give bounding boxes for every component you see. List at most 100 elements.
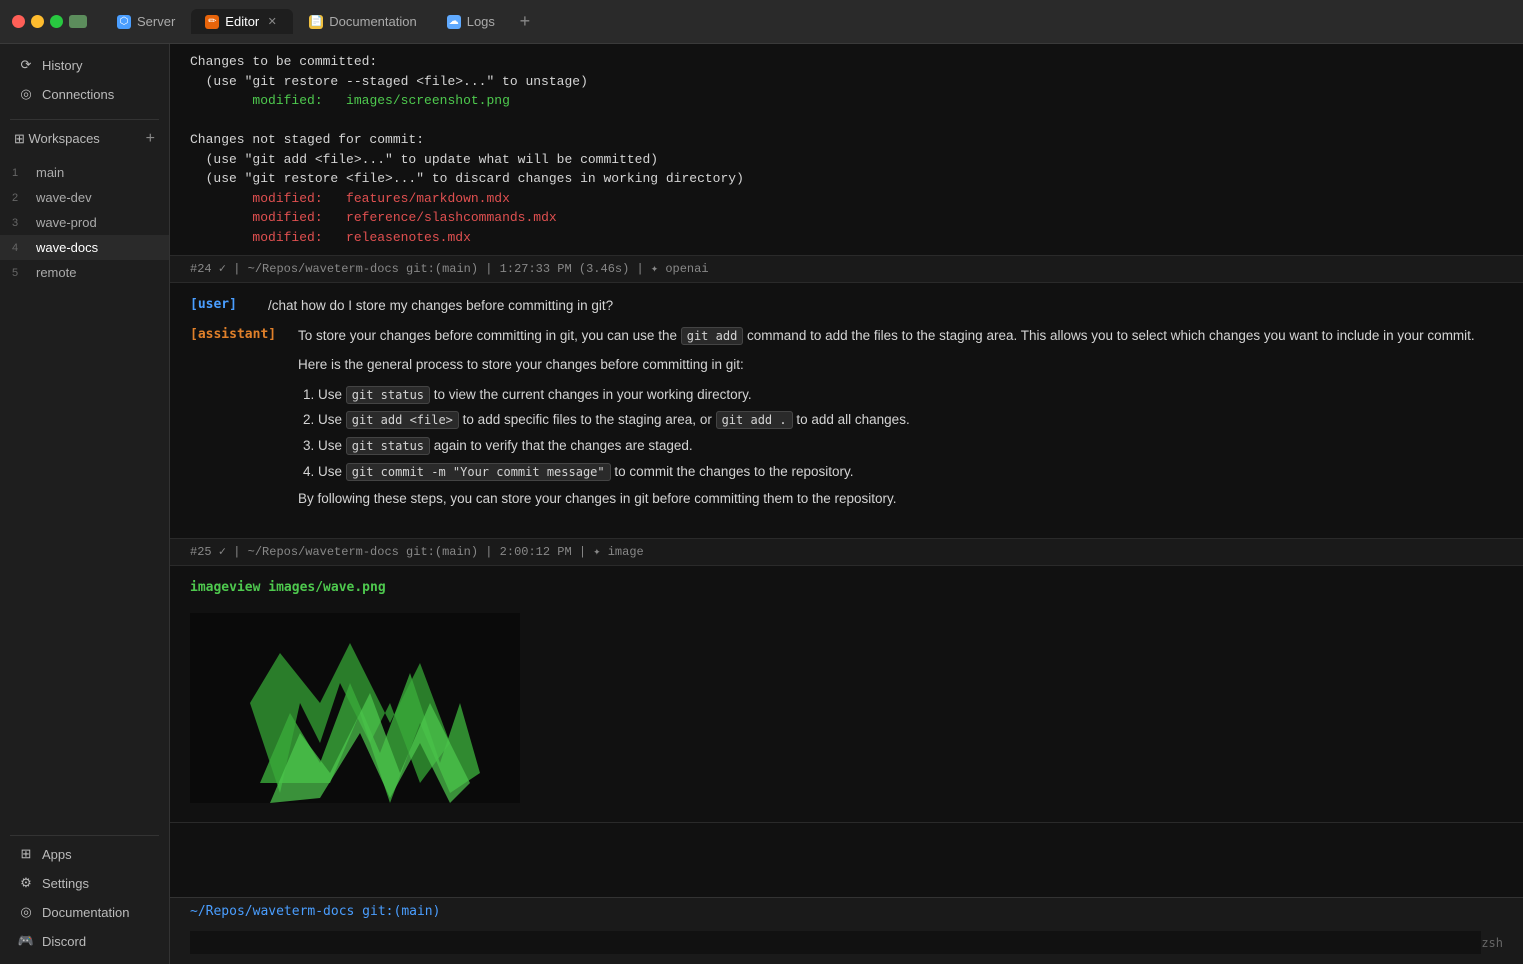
sidebar-apps-label: Apps — [42, 847, 72, 862]
docs-tab-icon: 📄 — [309, 15, 323, 29]
terminal-status-line-2: #24 ✓ | ~/Repos/waveterm-docs git:(main)… — [170, 256, 1523, 283]
code-git-add-dot: git add . — [716, 411, 793, 429]
sidebar-bottom: ⊞ Apps ⚙ Settings ◎ Documentation 🎮 Disc… — [0, 831, 169, 964]
wave-logo-image — [190, 613, 520, 803]
sidebar-divider-2 — [10, 835, 159, 836]
chat-user-content: /chat how do I store my changes before c… — [268, 295, 1503, 317]
git-status-line-2: (use "git restore --staged <file>..." to… — [190, 72, 1503, 92]
add-tab-button[interactable]: + — [511, 8, 539, 36]
tab-editor-label: Editor — [225, 14, 259, 29]
workspace-remote-label: remote — [36, 265, 76, 280]
sidebar: ⟳ History ◎ Connections ⊞ Workspaces + 1… — [0, 44, 170, 964]
imageview-cmd: imageview images/wave.png — [190, 578, 1503, 598]
tab-editor[interactable]: ✏ Editor ✕ — [191, 9, 293, 34]
chat-user-line: [user] /chat how do I store my changes b… — [190, 295, 1503, 317]
tab-server-label: Server — [137, 14, 175, 29]
sidebar-item-documentation[interactable]: ◎ Documentation — [4, 898, 165, 926]
workspace-item-remote[interactable]: 5 remote — [0, 260, 169, 285]
sidebar-settings-label: Settings — [42, 876, 89, 891]
discord-icon: 🎮 — [18, 933, 34, 949]
sidebar-item-apps[interactable]: ⊞ Apps — [4, 840, 165, 868]
tab-logs[interactable]: ☁ Logs — [433, 9, 509, 34]
sidebar-item-connections[interactable]: ◎ Connections — [4, 80, 165, 108]
apps-icon: ⊞ — [18, 846, 34, 862]
sidebar-connections-label: Connections — [42, 87, 114, 102]
main-layout: ⟳ History ◎ Connections ⊞ Workspaces + 1… — [0, 44, 1523, 964]
terminal-input[interactable] — [190, 931, 1481, 954]
terminal-output[interactable]: Changes to be committed: (use "git resto… — [170, 44, 1523, 897]
sidebar-item-discord[interactable]: 🎮 Discord — [4, 927, 165, 955]
assistant-para-closing: By following these steps, you can store … — [298, 488, 1503, 510]
git-status-line-5: (use "git add <file>..." to update what … — [190, 150, 1503, 170]
sidebar-history-label: History — [42, 58, 82, 73]
workspace-main-label: main — [36, 165, 64, 180]
chat-assistant-content: To store your changes before committing … — [298, 325, 1503, 518]
traffic-lights — [12, 15, 87, 28]
server-tab-icon: ⬡ — [117, 15, 131, 29]
workspace-item-wave-docs[interactable]: 4 wave-docs — [0, 235, 169, 260]
workspace-item-wave-dev[interactable]: 2 wave-dev — [0, 185, 169, 210]
connections-icon: ◎ — [18, 86, 34, 102]
git-status-line-3: modified: images/screenshot.png — [190, 91, 1503, 111]
assistant-para-2: Here is the general process to store you… — [298, 354, 1503, 376]
assistant-para-1: To store your changes before committing … — [298, 325, 1503, 347]
workspace-wave-prod-label: wave-prod — [36, 215, 97, 230]
workspace-wave-docs-label: wave-docs — [36, 240, 98, 255]
bottom-prompt-text: ~/Repos/waveterm-docs git:(main) — [190, 904, 440, 919]
sidebar-item-history[interactable]: ⟳ History — [4, 51, 165, 79]
step-3: Use git status again to verify that the … — [318, 435, 1503, 457]
workspace-list: 1 main 2 wave-dev 3 wave-prod 4 wave-doc… — [0, 154, 169, 291]
code-git-add-file: git add <file> — [346, 411, 459, 429]
terminal-status-line-3: #25 ✓ | ~/Repos/waveterm-docs git:(main)… — [170, 539, 1523, 566]
code-git-status-1: git status — [346, 386, 430, 404]
code-git-commit: git commit -m "Your commit message" — [346, 463, 611, 481]
git-status-line-7: modified: features/markdown.mdx — [190, 189, 1503, 209]
chat-user-label: [user] — [190, 295, 260, 317]
workspaces-header: ⊞ Workspaces + — [0, 124, 169, 154]
git-status-line-4: Changes not staged for commit: — [190, 130, 1503, 150]
history-icon: ⟳ — [18, 57, 34, 73]
tab-server[interactable]: ⬡ Server — [103, 9, 189, 34]
image-block: imageview images/wave.png — [170, 566, 1523, 823]
sidebar-discord-label: Discord — [42, 934, 86, 949]
maximize-button[interactable] — [50, 15, 63, 28]
chat-assistant-label: [assistant] — [190, 325, 290, 518]
input-area: zsh — [170, 925, 1523, 964]
status-prompt-2: #24 ✓ | ~/Repos/waveterm-docs git:(main)… — [190, 260, 709, 278]
step-4: Use git commit -m "Your commit message" … — [318, 461, 1503, 483]
code-git-add: git add — [681, 327, 744, 345]
assistant-steps-list: Use git status to view the current chang… — [298, 384, 1503, 482]
workspace-wave-dev-label: wave-dev — [36, 190, 92, 205]
step-1: Use git status to view the current chang… — [318, 384, 1503, 406]
terminal-block-1: Changes to be committed: (use "git resto… — [170, 44, 1523, 256]
workspace-item-wave-prod[interactable]: 3 wave-prod — [0, 210, 169, 235]
tab-documentation-label: Documentation — [329, 14, 416, 29]
close-button[interactable] — [12, 15, 25, 28]
titlebar: ⬡ Server ✏ Editor ✕ 📄 Documentation ☁ Lo… — [0, 0, 1523, 44]
code-git-status-2: git status — [346, 437, 430, 455]
sidebar-top-section: ⟳ History ◎ Connections — [0, 44, 169, 115]
git-status-line-1: Changes to be committed: — [190, 52, 1503, 72]
documentation-icon: ◎ — [18, 904, 34, 920]
settings-icon: ⚙ — [18, 875, 34, 891]
chat-block-2: [user] /chat how do I store my changes b… — [170, 283, 1523, 539]
tab-editor-close[interactable]: ✕ — [265, 15, 279, 29]
tab-bar: ⬡ Server ✏ Editor ✕ 📄 Documentation ☁ Lo… — [103, 8, 1511, 36]
special-button[interactable] — [69, 15, 87, 28]
sidebar-item-settings[interactable]: ⚙ Settings — [4, 869, 165, 897]
git-status-line-8: modified: reference/slashcommands.mdx — [190, 208, 1503, 228]
minimize-button[interactable] — [31, 15, 44, 28]
workspace-item-main[interactable]: 1 main — [0, 160, 169, 185]
bottom-prompt-bar: ~/Repos/waveterm-docs git:(main) — [170, 897, 1523, 925]
tab-logs-label: Logs — [467, 14, 495, 29]
status-prompt-3: #25 ✓ | ~/Repos/waveterm-docs git:(main)… — [190, 543, 644, 561]
workspaces-add-button[interactable]: + — [146, 130, 155, 148]
workspaces-label: ⊞ Workspaces — [14, 131, 100, 147]
tab-documentation[interactable]: 📄 Documentation — [295, 9, 430, 34]
chat-assistant-line: [assistant] To store your changes before… — [190, 325, 1503, 518]
step-2: Use git add <file> to add specific files… — [318, 409, 1503, 431]
sidebar-documentation-label: Documentation — [42, 905, 129, 920]
git-status-line-6: (use "git restore <file>..." to discard … — [190, 169, 1503, 189]
content-area: Changes to be committed: (use "git resto… — [170, 44, 1523, 964]
input-row: zsh — [190, 931, 1503, 954]
